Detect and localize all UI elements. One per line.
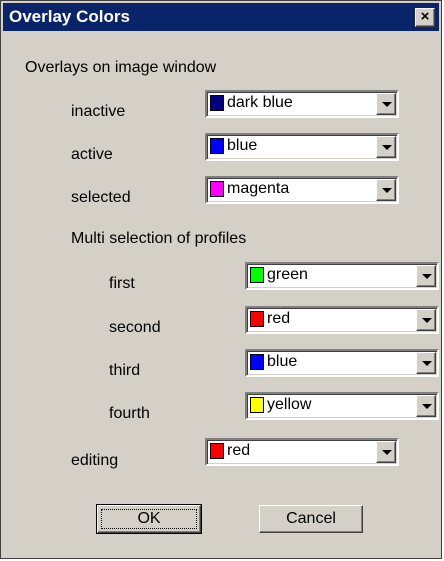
active-label: active (71, 146, 113, 163)
section-label: Overlays on image window (25, 59, 217, 76)
focus-ring (101, 509, 197, 529)
second-color-swatch (250, 311, 264, 327)
editing-label: editing (71, 452, 119, 469)
second-label: second (109, 319, 161, 336)
close-icon: × (420, 8, 430, 25)
cancel-button[interactable]: Cancel (259, 505, 363, 533)
chevron-down-icon (382, 145, 392, 150)
first-color-value: green (267, 266, 308, 283)
editing-color-value: red (227, 442, 251, 459)
third-dropdown-button[interactable] (416, 352, 436, 374)
fourth-color-value: yellow (267, 396, 312, 413)
inactive-color-value: dark blue (227, 94, 293, 111)
second-dropdown-button[interactable] (416, 309, 436, 331)
chevron-down-icon (422, 404, 432, 409)
inactive-dropdown-button[interactable] (376, 93, 396, 115)
ok-button[interactable]: OK (96, 504, 202, 534)
cancel-button-label: Cancel (286, 510, 336, 527)
selected-label: selected (71, 189, 131, 206)
third-label: third (109, 362, 141, 379)
fourth-label: fourth (109, 405, 150, 422)
third-color-value: blue (267, 353, 298, 370)
active-color-swatch (210, 138, 224, 154)
selected-color-swatch (210, 181, 224, 197)
first-label: first (109, 275, 135, 292)
inactive-color-select[interactable]: dark blue (205, 90, 399, 118)
first-dropdown-button[interactable] (416, 265, 436, 287)
active-color-select[interactable]: blue (205, 133, 399, 161)
selected-color-select[interactable]: magenta (205, 176, 399, 204)
selected-dropdown-button[interactable] (376, 179, 396, 201)
fourth-dropdown-button[interactable] (416, 395, 436, 417)
chevron-down-icon (422, 274, 432, 279)
fourth-color-swatch (250, 397, 264, 413)
second-color-value: red (267, 310, 291, 327)
third-color-select[interactable]: blue (245, 349, 439, 377)
active-dropdown-button[interactable] (376, 136, 396, 158)
active-color-value: blue (227, 137, 258, 154)
chevron-down-icon (382, 188, 392, 193)
chevron-down-icon (422, 318, 432, 323)
chevron-down-icon (422, 361, 432, 366)
second-color-select[interactable]: red (245, 306, 439, 334)
chevron-down-icon (382, 102, 392, 107)
dialog-title: Overlay Colors (9, 7, 130, 26)
third-color-swatch (250, 354, 264, 370)
close-button[interactable]: × (415, 8, 435, 27)
first-color-swatch (250, 267, 264, 283)
inactive-color-swatch (210, 95, 224, 111)
inactive-label: inactive (71, 103, 126, 120)
first-color-select[interactable]: green (245, 262, 439, 290)
editing-color-swatch (210, 443, 224, 459)
selected-color-value: magenta (227, 180, 290, 197)
chevron-down-icon (382, 450, 392, 455)
fourth-color-select[interactable]: yellow (245, 392, 439, 420)
overlay-colors-dialog: Overlay Colors × Overlays on image windo… (0, 0, 442, 559)
title-bar: Overlay Colors × (3, 3, 439, 31)
multi-selection-label: Multi selection of profiles (71, 230, 247, 247)
editing-dropdown-button[interactable] (376, 441, 396, 463)
editing-color-select[interactable]: red (205, 438, 399, 466)
